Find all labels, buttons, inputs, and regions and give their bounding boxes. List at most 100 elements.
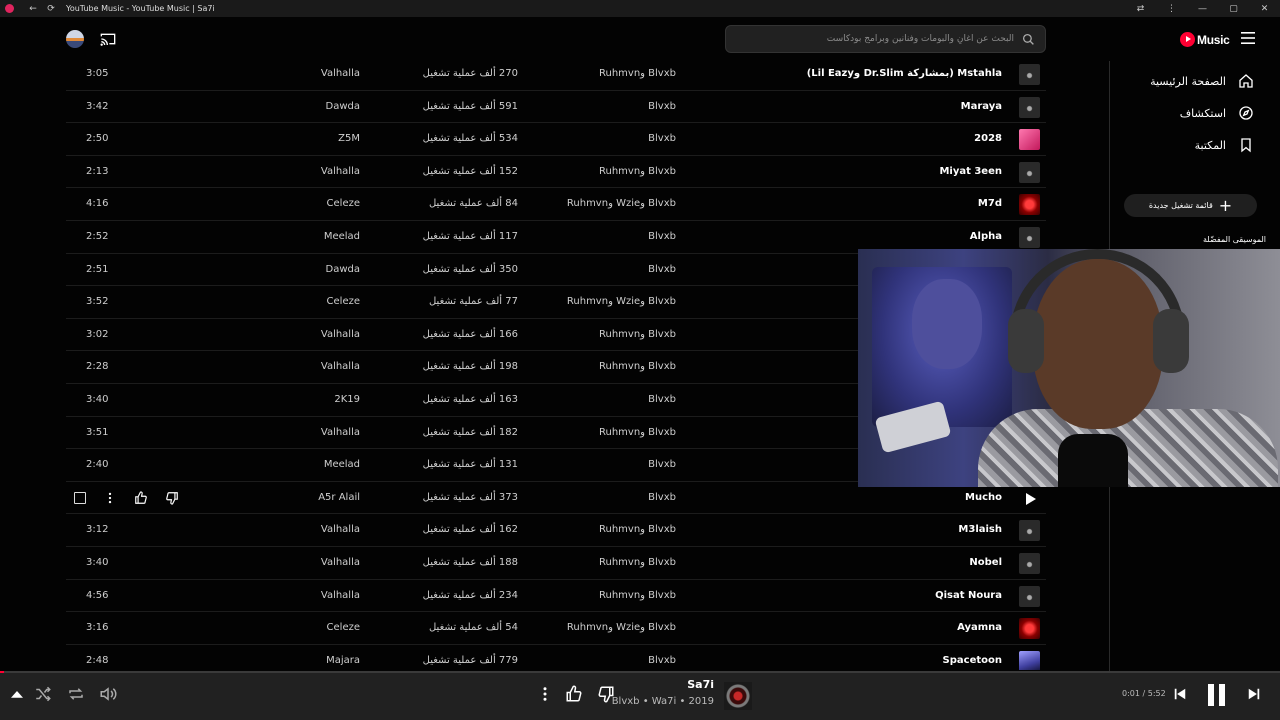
track-title[interactable]: M7d — [978, 198, 1002, 209]
search-icon[interactable] — [1022, 33, 1035, 46]
track-title[interactable]: Mstahla (بمشاركة Dr.Slim وLil Eazy) — [807, 68, 1002, 79]
close-icon[interactable]: ✕ — [1249, 4, 1280, 14]
table-row[interactable]: 3:40 Valhalla 188 ألف عملية تشغيل Blvxb وRu… — [66, 547, 1046, 580]
track-artist[interactable]: Blvxb — [648, 231, 676, 242]
track-album[interactable]: Dawda — [326, 264, 360, 275]
table-row[interactable]: 3:16 Celeze 54 ألف عملية تشغيل Blvxb وWzie … — [66, 612, 1046, 645]
expand-up-icon[interactable] — [8, 685, 26, 703]
table-row[interactable]: 4:16 Celeze 84 ألف عملية تشغيل Blvxb وWzie … — [66, 188, 1046, 221]
track-artist[interactable]: Blvxb — [648, 264, 676, 275]
thumbs-up-icon[interactable] — [565, 685, 583, 703]
table-row[interactable]: 3:05 Valhalla 270 ألف عملية تشغيل Blvxb وRu… — [66, 58, 1046, 91]
track-artwork[interactable] — [1019, 161, 1040, 183]
track-artist[interactable]: Blvxb وRuhmvn — [599, 557, 676, 568]
track-artist[interactable]: Blvxb وRuhmvn — [599, 329, 676, 340]
hamburger-menu-icon[interactable] — [1241, 32, 1255, 44]
track-title[interactable]: Miyat 3een — [939, 166, 1002, 177]
track-title[interactable]: Maraya — [961, 101, 1002, 112]
track-artwork[interactable] — [1019, 520, 1040, 542]
track-album[interactable]: Celeze — [327, 198, 360, 209]
reload-icon[interactable]: ⟳ — [42, 4, 60, 14]
track-title[interactable]: 2028 — [974, 133, 1002, 144]
track-artist[interactable]: Blvxb وRuhmvn — [599, 361, 676, 372]
track-artwork[interactable] — [1019, 585, 1040, 607]
track-album[interactable]: Valhalla — [321, 329, 360, 340]
track-album[interactable]: Valhalla — [321, 590, 360, 601]
track-title[interactable]: Spacetoon — [943, 655, 1002, 666]
now-playing-artwork[interactable] — [724, 682, 752, 710]
track-artist[interactable]: Blvxb — [648, 394, 676, 405]
sidebar-item-home[interactable]: الصفحة الرئيسية — [1150, 71, 1254, 91]
more-vertical-icon[interactable]: ⋮ — [1156, 4, 1187, 14]
track-album[interactable]: Valhalla — [321, 524, 360, 535]
track-artist[interactable]: Blvxb وWzie وRuhmvn — [567, 296, 676, 307]
sidebar-playlist-favorites[interactable]: الموسيقى المفضّلة — [1203, 235, 1266, 244]
table-row[interactable]: 2:50 Z5M 534 ألف عملية تشغيل Blvxb 2028 — [66, 123, 1046, 156]
track-album[interactable]: Celeze — [327, 296, 360, 307]
track-artwork[interactable] — [1019, 618, 1040, 640]
track-artist[interactable]: Blvxb وRuhmvn — [599, 427, 676, 438]
track-artist[interactable]: Blvxb — [648, 492, 676, 503]
translate-icon[interactable]: ⇄ — [1125, 4, 1156, 14]
track-artist[interactable]: Blvxb — [648, 459, 676, 470]
shuffle-icon[interactable] — [34, 685, 52, 703]
track-album[interactable]: Z5M — [338, 133, 360, 144]
track-album[interactable]: Valhalla — [321, 557, 360, 568]
track-album[interactable]: Meelad — [324, 459, 360, 470]
table-row[interactable]: 4:56 Valhalla 234 ألف عملية تشغيل Blvxb وRu… — [66, 580, 1046, 613]
thumbs-down-icon[interactable] — [165, 491, 179, 505]
track-artist[interactable]: Blvxb — [648, 101, 676, 112]
table-row[interactable]: 3:12 Valhalla 162 ألف عملية تشغيل Blvxb وRu… — [66, 514, 1046, 547]
more-vertical-icon[interactable] — [103, 491, 117, 505]
track-artist[interactable]: Blvxb وRuhmvn — [599, 68, 676, 79]
track-artwork[interactable] — [1019, 64, 1040, 85]
more-vertical-icon[interactable] — [536, 685, 554, 703]
track-artwork[interactable] — [1019, 96, 1040, 118]
avatar[interactable] — [66, 30, 84, 48]
maximize-icon[interactable]: ▢ — [1218, 4, 1249, 14]
track-album[interactable]: Majara — [326, 655, 360, 666]
search-box[interactable] — [725, 25, 1046, 53]
track-artwork[interactable] — [1019, 129, 1040, 151]
track-title[interactable]: Nobel — [969, 557, 1002, 568]
track-artwork[interactable] — [1019, 650, 1040, 670]
table-row[interactable]: 2:13 Valhalla 152 ألف عملية تشغيل Blvxb وRu… — [66, 156, 1046, 189]
track-album[interactable]: Valhalla — [321, 427, 360, 438]
minimize-icon[interactable]: — — [1187, 4, 1218, 14]
track-artist[interactable]: Blvxb وWzie وRuhmvn — [567, 622, 676, 633]
sidebar-item-library[interactable]: المكتبة — [1195, 135, 1254, 155]
select-checkbox[interactable] — [74, 491, 86, 504]
table-row[interactable]: 3:42 Dawda 591 ألف عملية تشغيل Blvxb Maraya — [66, 91, 1046, 124]
new-playlist-button[interactable]: + قائمة تشغيل جديدة — [1124, 194, 1257, 217]
sidebar-item-explore[interactable]: استكشاف — [1180, 103, 1254, 123]
play-icon[interactable] — [1019, 488, 1040, 509]
repeat-icon[interactable] — [67, 685, 85, 703]
youtube-music-logo[interactable]: Music — [1180, 32, 1230, 47]
pause-button[interactable] — [1208, 684, 1226, 706]
track-album[interactable]: Dawda — [326, 101, 360, 112]
track-artwork[interactable] — [1019, 227, 1040, 248]
track-title[interactable]: M3laish — [958, 524, 1002, 535]
track-artist[interactable]: Blvxb — [648, 133, 676, 144]
track-artist[interactable]: Blvxb وRuhmvn — [599, 590, 676, 601]
track-artist[interactable]: Blvxb وWzie وRuhmvn — [567, 198, 676, 209]
track-title[interactable]: Mucho — [965, 492, 1002, 503]
now-playing-title[interactable]: Sa7i — [687, 678, 714, 691]
track-title[interactable]: Ayamna — [957, 622, 1002, 633]
track-album[interactable]: Meelad — [324, 231, 360, 242]
track-album[interactable]: Valhalla — [321, 166, 360, 177]
track-artist[interactable]: Blvxb — [648, 655, 676, 666]
track-album[interactable]: Celeze — [327, 622, 360, 633]
volume-icon[interactable] — [99, 685, 117, 703]
track-artwork[interactable] — [1019, 553, 1040, 574]
back-arrow-icon[interactable]: ← — [24, 4, 42, 14]
progress-bar[interactable] — [0, 671, 1280, 673]
cast-icon[interactable] — [100, 31, 116, 47]
track-album[interactable]: 2K19 — [334, 394, 360, 405]
previous-track-icon[interactable] — [1173, 687, 1187, 701]
thumbs-up-icon[interactable] — [134, 491, 148, 505]
track-artist[interactable]: Blvxb وRuhmvn — [599, 524, 676, 535]
track-album[interactable]: A5r Alail — [318, 492, 360, 503]
now-playing-subtitle[interactable]: Blvxb • Wa7i • 2019 — [612, 696, 714, 707]
track-title[interactable]: Qisat Noura — [935, 590, 1002, 601]
